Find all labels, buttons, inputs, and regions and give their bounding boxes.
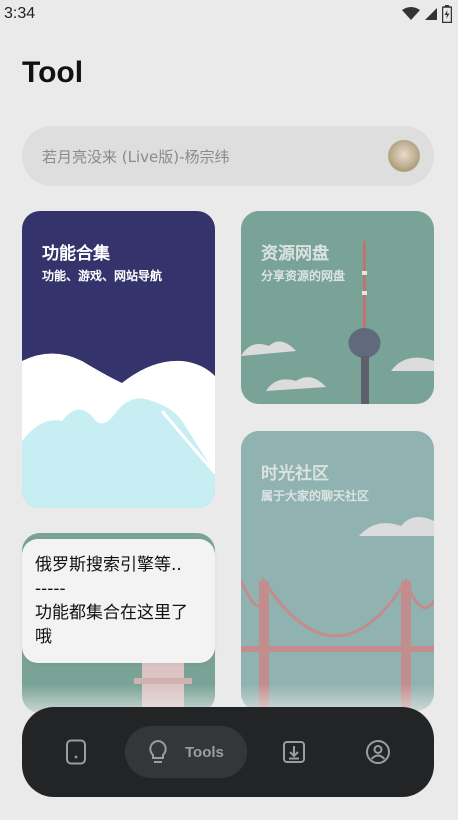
download-icon <box>283 741 305 763</box>
lightbulb-icon <box>149 739 167 763</box>
phone-icon <box>66 739 86 765</box>
status-time: 3:34 <box>4 5 36 22</box>
guide-tooltip: 俄罗斯搜索引擎等.. ----- 功能都集合在这里了 哦 <box>22 539 215 663</box>
card-title: 资源网盘 <box>261 244 329 264</box>
card-function-collection[interactable]: 功能合集 功能、游戏、网站导航 <box>22 211 215 508</box>
tooltip-line: 哦 <box>35 627 52 647</box>
card-title: 时光社区 <box>261 464 329 484</box>
now-playing-search-bar[interactable]: 若月亮没来 (Live版)-杨宗纬 <box>22 126 434 186</box>
cellular-signal-icon <box>425 8 437 20</box>
nav-profile-button[interactable] <box>354 707 402 797</box>
now-playing-text: 若月亮没来 (Live版)-杨宗纬 <box>42 147 230 166</box>
nav-tools-button[interactable]: Tools <box>125 726 247 778</box>
nav-download-button[interactable] <box>270 707 318 797</box>
card-resource-drive[interactable]: 资源网盘 分享资源的网盘 <box>241 211 434 404</box>
status-bar: 3:34 <box>0 0 458 28</box>
tooltip-line: ----- <box>35 579 66 599</box>
card-subtitle: 功能、游戏、网站导航 <box>42 269 163 283</box>
card-subtitle: 属于大家的聊天社区 <box>261 489 370 503</box>
nav-tools-label: Tools <box>185 743 224 761</box>
tooltip-line: 功能都集合在这里了 <box>35 603 188 623</box>
battery-icon <box>442 5 452 23</box>
card-title: 功能合集 <box>42 244 110 264</box>
profile-icon <box>366 740 390 764</box>
nav-device-button[interactable] <box>52 707 100 797</box>
card-time-community[interactable]: 时光社区 属于大家的聊天社区 <box>241 431 434 711</box>
album-art-avatar[interactable] <box>388 140 420 172</box>
bottom-nav-bar: Tools <box>22 707 434 797</box>
wifi-icon <box>402 7 420 20</box>
page-title: Tool <box>22 56 84 89</box>
tooltip-line: 俄罗斯搜索引擎等.. <box>35 555 182 575</box>
status-icons <box>402 5 452 23</box>
card-subtitle: 分享资源的网盘 <box>261 269 346 283</box>
